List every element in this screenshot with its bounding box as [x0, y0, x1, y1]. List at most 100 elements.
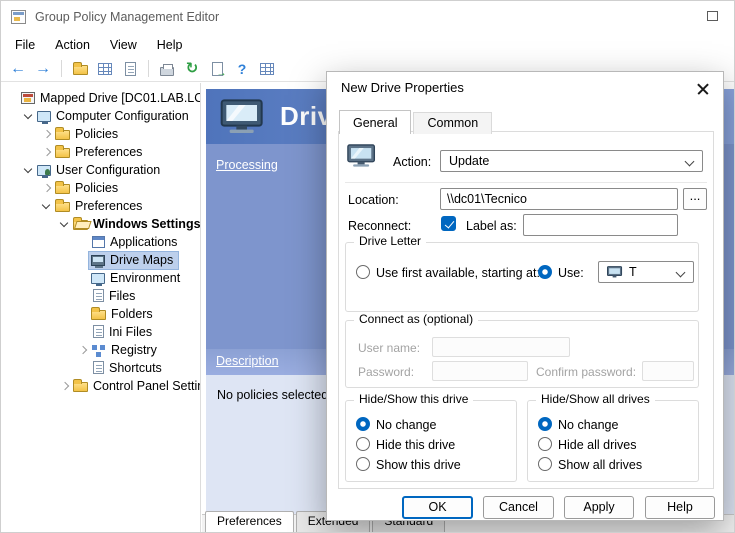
console-tree-icon — [98, 63, 112, 75]
use-first-available-label: Use first available, starting at: — [376, 266, 540, 280]
label-as-label: Label as: — [466, 219, 517, 233]
extended-view-icon — [260, 63, 274, 75]
apply-button[interactable]: Apply — [564, 496, 634, 519]
tree-item-preferences-user[interactable]: Preferences — [1, 197, 200, 215]
tab-preferences[interactable]: Preferences — [205, 511, 294, 532]
registry-icon — [91, 343, 106, 356]
printer-icon — [160, 67, 174, 76]
reconnect-checkbox-checked[interactable] — [441, 216, 456, 231]
menu-view[interactable]: View — [100, 35, 147, 55]
action-dropdown[interactable]: Update — [440, 150, 703, 172]
ok-button[interactable]: OK — [402, 496, 473, 519]
back-button[interactable]: ← — [7, 58, 29, 80]
help-icon: ? — [238, 62, 247, 76]
folder-icon — [55, 184, 70, 194]
tab-general[interactable]: General — [339, 110, 411, 134]
print-button[interactable] — [156, 58, 178, 80]
help-button[interactable]: ? — [231, 58, 253, 80]
forward-icon: → — [35, 61, 51, 77]
tree-item-applications[interactable]: Applications — [1, 233, 200, 251]
this-no-change-radio-selected[interactable] — [356, 417, 370, 431]
drive-icon — [607, 266, 623, 279]
drive-letter-group-title: Drive Letter — [354, 234, 426, 248]
maximize-button[interactable] — [707, 11, 718, 21]
tree-item-shortcuts[interactable]: Shortcuts — [1, 359, 200, 377]
reconnect-label: Reconnect: — [348, 219, 411, 233]
label-as-input[interactable] — [523, 214, 678, 236]
hide-show-this-title: Hide/Show this drive — [354, 392, 473, 406]
description-link[interactable]: Description — [216, 354, 279, 368]
tree-item-files[interactable]: Files — [1, 287, 200, 305]
chevron-right-icon[interactable] — [40, 182, 53, 195]
folder-icon — [55, 148, 70, 158]
cancel-button[interactable]: Cancel — [483, 496, 554, 519]
drive-letter-value: T — [629, 265, 637, 279]
use-first-available-radio[interactable] — [356, 265, 370, 279]
divider — [345, 182, 707, 183]
tree-item-drive-maps[interactable]: Drive Maps — [1, 251, 200, 269]
chevron-spacer — [76, 236, 89, 249]
confirm-password-label: Confirm password: — [536, 365, 636, 379]
chevron-right-icon[interactable] — [40, 128, 53, 141]
drive-letter-dropdown[interactable]: T — [598, 261, 694, 283]
use-radio-selected[interactable] — [538, 265, 552, 279]
hide-show-all-title: Hide/Show all drives — [536, 392, 655, 406]
use-label: Use: — [558, 266, 584, 280]
password-label: Password: — [358, 365, 414, 379]
chevron-spacer — [76, 308, 89, 321]
hide-all-drives-radio[interactable] — [538, 437, 552, 451]
tree-item-policies-computer[interactable]: Policies — [1, 125, 200, 143]
chevron-spacer — [76, 290, 89, 303]
files-icon — [93, 289, 104, 302]
extended-view-button[interactable] — [256, 58, 278, 80]
location-input[interactable]: \\dc01\Tecnico — [440, 188, 678, 210]
export-list-button[interactable] — [206, 58, 228, 80]
tree-item-computer-configuration[interactable]: Computer Configuration — [1, 107, 200, 125]
chevron-down-icon[interactable] — [40, 200, 53, 213]
hide-this-drive-radio[interactable] — [356, 437, 370, 451]
new-drive-properties-dialog: New Drive Properties General Common Acti… — [326, 71, 724, 521]
chevron-right-icon[interactable] — [40, 146, 53, 159]
chevron-down-icon[interactable] — [58, 218, 71, 231]
folder-icon — [73, 382, 88, 392]
chevron-down-icon[interactable] — [22, 164, 35, 177]
properties-button[interactable] — [119, 58, 141, 80]
forward-button[interactable]: → — [32, 58, 54, 80]
menu-file[interactable]: File — [5, 35, 45, 55]
connect-as-group-title: Connect as (optional) — [354, 312, 478, 326]
show-this-drive-radio[interactable] — [356, 457, 370, 471]
tree-item-windows-settings[interactable]: Windows Settings — [1, 215, 200, 233]
chevron-down-icon[interactable] — [22, 110, 35, 123]
tree-item-ini-files[interactable]: Ini Files — [1, 323, 200, 341]
dialog-title: New Drive Properties — [327, 72, 723, 102]
tree-item-preferences-computer[interactable]: Preferences — [1, 143, 200, 161]
tree-item-user-configuration[interactable]: User Configuration — [1, 161, 200, 179]
help-button[interactable]: Help — [645, 496, 715, 519]
all-no-change-radio-selected[interactable] — [538, 417, 552, 431]
menu-action[interactable]: Action — [45, 35, 100, 55]
folder-icon — [55, 202, 70, 212]
hide-show-all-drives-group: Hide/Show all drives No change Hide all … — [527, 400, 699, 482]
tree-item-registry[interactable]: Registry — [1, 341, 200, 359]
tab-common[interactable]: Common — [413, 112, 492, 134]
show-all-drives-radio[interactable] — [538, 457, 552, 471]
toolbar-separator — [61, 60, 62, 77]
refresh-button[interactable]: ↻ — [181, 58, 203, 80]
tree-item-policies-user[interactable]: Policies — [1, 179, 200, 197]
tree-item-control-panel-settings[interactable]: Control Panel Setting — [1, 377, 200, 395]
all-no-change-label: No change — [558, 418, 618, 432]
show-console-tree-button[interactable] — [94, 58, 116, 80]
browse-button[interactable]: ... — [683, 188, 707, 210]
tree-item-environment[interactable]: Environment — [1, 269, 200, 287]
chevron-right-icon[interactable] — [76, 344, 89, 357]
up-one-level-button[interactable] — [69, 58, 91, 80]
hide-this-drive-label: Hide this drive — [376, 438, 455, 452]
chevron-spacer — [76, 362, 89, 375]
close-icon[interactable] — [692, 79, 714, 99]
tree-item-folders[interactable]: Folders — [1, 305, 200, 323]
chevron-right-icon[interactable] — [58, 380, 71, 393]
tree-item-root[interactable]: Mapped Drive [DC01.LAB.LOCA — [1, 89, 200, 107]
menu-bar: File Action View Help — [1, 33, 734, 56]
drive-icon — [347, 144, 377, 168]
menu-help[interactable]: Help — [147, 35, 193, 55]
